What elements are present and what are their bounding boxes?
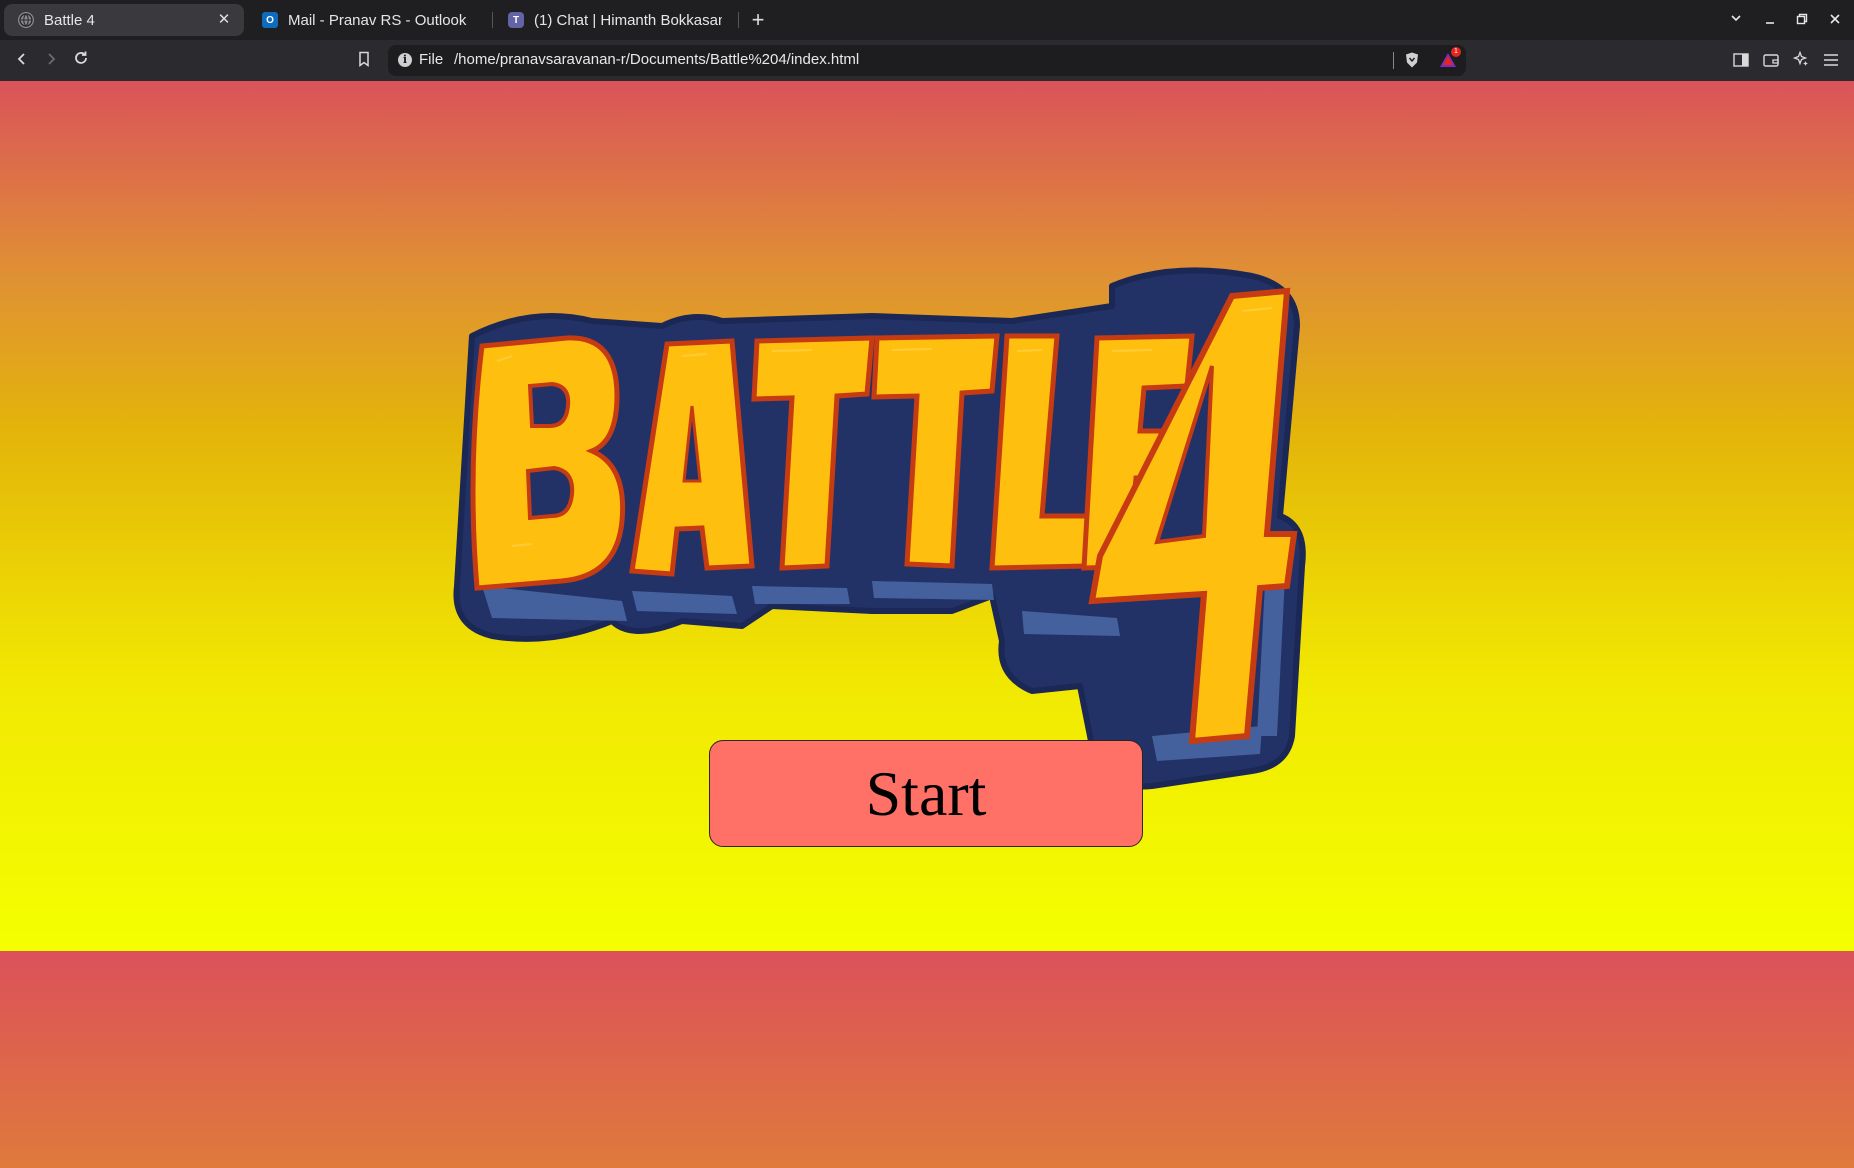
- page-background-lower: [0, 951, 1854, 1168]
- tab-title: (1) Chat | Himanth Bokkasam: [534, 11, 722, 29]
- tab-title: Mail - Pranav RS - Outlook: [288, 11, 467, 29]
- page-viewport: Start: [0, 81, 1854, 1168]
- address-divider: [1393, 52, 1394, 69]
- site-info-icon[interactable]: i: [398, 53, 412, 67]
- forward-arrow-icon[interactable]: [38, 48, 64, 74]
- bookmark-icon[interactable]: [351, 48, 377, 74]
- tab-title: Battle 4: [44, 11, 95, 29]
- restore-icon[interactable]: [1789, 6, 1815, 34]
- minimize-icon[interactable]: [1757, 6, 1783, 34]
- close-window-icon[interactable]: [1822, 6, 1848, 34]
- back-arrow-icon[interactable]: [9, 48, 35, 74]
- leo-ai-icon[interactable]: [1788, 48, 1814, 74]
- menu-hamburger-icon[interactable]: [1818, 48, 1844, 74]
- sidebar-toggle-icon[interactable]: [1728, 48, 1754, 74]
- url-text[interactable]: /home/pranavsaravanan-r/Documents/Battle…: [454, 51, 859, 68]
- outlook-icon: O: [262, 12, 278, 28]
- start-button[interactable]: Start: [709, 740, 1143, 847]
- tab-strip: Battle 4 ✕ O Mail - Pranav RS - Outlook …: [0, 0, 1854, 40]
- battle4-logo: [453, 267, 1306, 790]
- teams-icon: T: [508, 12, 524, 28]
- tab-teams-chat[interactable]: T (1) Chat | Himanth Bokkasam: [494, 4, 734, 36]
- address-bar[interactable]: i File /home/pranavsaravanan-r/Documents…: [388, 45, 1466, 76]
- tab-search-chevron-icon[interactable]: [1723, 6, 1749, 34]
- url-scheme-label: File: [419, 51, 444, 68]
- close-tab-icon[interactable]: ✕: [216, 12, 232, 28]
- tab-outlook-mail[interactable]: O Mail - Pranav RS - Outlook: [248, 4, 488, 36]
- reload-icon[interactable]: [68, 48, 94, 74]
- rewards-badge: 1: [1451, 47, 1461, 57]
- tab-separator: [738, 12, 739, 28]
- brave-shield-icon[interactable]: [1403, 51, 1421, 69]
- globe-icon: [18, 12, 34, 28]
- wallet-icon[interactable]: [1758, 48, 1784, 74]
- new-tab-button[interactable]: +: [747, 6, 769, 34]
- tab-separator: [492, 12, 493, 28]
- tab-battle-4[interactable]: Battle 4 ✕: [4, 4, 244, 36]
- browser-toolbar: i File /home/pranavsaravanan-r/Documents…: [0, 40, 1854, 82]
